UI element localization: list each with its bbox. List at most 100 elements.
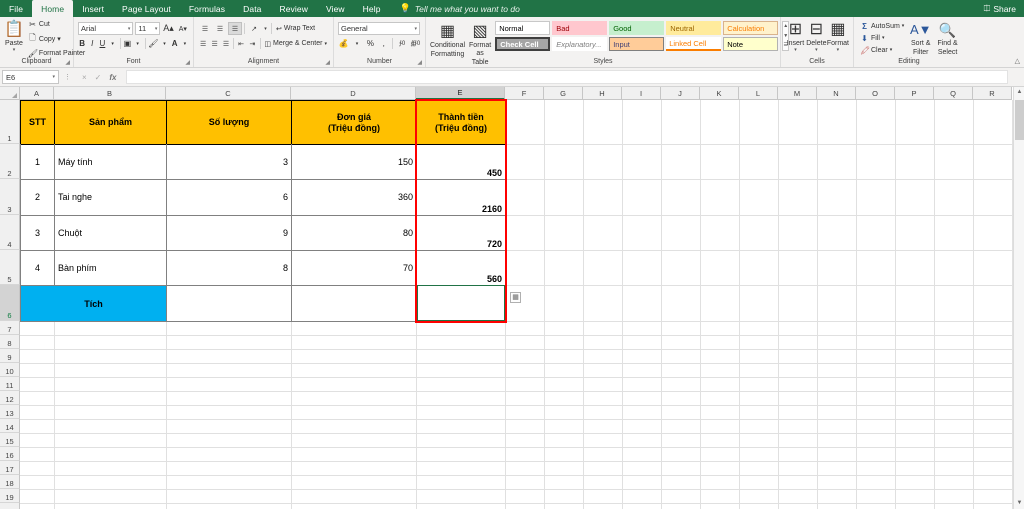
align-center-button[interactable]: ☰	[209, 37, 219, 50]
vertical-scrollbar[interactable]: ▲ ▼	[1013, 87, 1024, 509]
cell-c1[interactable]: Số lượng	[166, 100, 292, 145]
scroll-up-icon[interactable]: ▲	[1014, 87, 1024, 98]
name-box[interactable]: E6 ▾	[2, 70, 59, 84]
font-size-select[interactable]: 11 ▾	[135, 22, 161, 35]
cell-c3[interactable]: 6	[166, 179, 292, 216]
cell-b2[interactable]: Máy tính	[54, 144, 167, 180]
orientation-dropdown-icon[interactable]: ▾	[262, 22, 269, 35]
cell-e5[interactable]: 560	[416, 250, 506, 286]
column-header-n[interactable]: N	[817, 87, 856, 100]
font-dialog-launcher[interactable]: ◢	[185, 59, 190, 66]
style-normal[interactable]: Normal	[495, 21, 551, 35]
fill-color-button[interactable]: 🖌	[148, 37, 158, 50]
cell-d1[interactable]: Đơn giá (Triệu đồng)	[291, 100, 417, 145]
wrap-text-button[interactable]: ↩ Wrap Text	[274, 24, 317, 34]
quick-analysis-button[interactable]: ▦	[510, 292, 521, 303]
orientation-button[interactable]: ↗	[247, 22, 261, 35]
font-color-button[interactable]: A	[171, 37, 179, 50]
row-header-4[interactable]: 4	[0, 215, 20, 250]
column-header-i[interactable]: I	[622, 87, 661, 100]
row-header-20[interactable]: 20	[0, 503, 20, 509]
increase-font-size-button[interactable]: A▴	[162, 22, 174, 35]
row-header-5[interactable]: 5	[0, 250, 20, 285]
row-header-7[interactable]: 7	[0, 321, 20, 335]
collapse-ribbon-button[interactable]: △	[1015, 57, 1020, 65]
cell-e4[interactable]: 720	[416, 215, 506, 251]
merge-dropdown-icon[interactable]: ▾	[324, 41, 327, 47]
cell-b3[interactable]: Tai nghe	[54, 179, 167, 216]
bold-button[interactable]: B	[78, 37, 86, 50]
column-header-k[interactable]: K	[700, 87, 739, 100]
cell-b1[interactable]: Sản phẩm	[54, 100, 167, 145]
sort-filter-button[interactable]: A▼ Sort & Filter	[908, 19, 933, 57]
tell-me-search[interactable]: 💡 Tell me what you want to do	[390, 0, 520, 17]
cell-e3[interactable]: 2160	[416, 179, 506, 216]
cell-a1[interactable]: STT	[20, 100, 55, 145]
merge-center-button[interactable]: ◫ Merge & Center ▾	[262, 39, 329, 49]
delete-dropdown-icon[interactable]: ▾	[815, 48, 818, 53]
number-dialog-launcher[interactable]: ◢	[417, 59, 422, 66]
cell-e6[interactable]	[416, 285, 506, 322]
autosum-button[interactable]: Σ AutoSum ▾	[858, 21, 906, 32]
row-header-11[interactable]: 11	[0, 377, 20, 391]
accounting-format-button[interactable]: 💰	[338, 37, 349, 50]
format-cells-button[interactable]: ▦ Format ▾	[827, 19, 849, 57]
row-header-12[interactable]: 12	[0, 391, 20, 405]
tab-page-layout[interactable]: Page Layout	[113, 0, 180, 17]
cell-c6[interactable]	[166, 285, 292, 322]
tab-formulas[interactable]: Formulas	[180, 0, 234, 17]
style-neutral[interactable]: Neutral	[666, 21, 722, 35]
row-header-2[interactable]: 2	[0, 144, 20, 179]
cancel-formula-icon[interactable]: ×	[82, 73, 87, 82]
copy-dropdown-icon[interactable]: ▾	[57, 35, 61, 43]
cell-c5[interactable]: 8	[166, 250, 292, 286]
cell-a3[interactable]: 2	[20, 179, 55, 216]
column-header-e[interactable]: E	[416, 87, 505, 100]
cell-a2[interactable]: 1	[20, 144, 55, 180]
column-header-b[interactable]: B	[54, 87, 166, 100]
row-header-3[interactable]: 3	[0, 179, 20, 215]
font-family-select[interactable]: Arial ▾	[78, 22, 134, 35]
number-format-select[interactable]: General ▾	[338, 22, 420, 35]
paste-dropdown-icon[interactable]: ▾	[13, 48, 16, 53]
scroll-down-icon[interactable]: ▼	[1014, 498, 1024, 509]
row-header-9[interactable]: 9	[0, 349, 20, 363]
style-good[interactable]: Good	[609, 21, 665, 35]
align-bottom-button[interactable]: ☰	[228, 22, 242, 35]
borders-button[interactable]: ▣	[123, 37, 132, 50]
row-header-18[interactable]: 18	[0, 475, 20, 489]
cell-styles-gallery[interactable]: Normal Bad Good Neutral Calculation Chec…	[495, 21, 779, 51]
tab-review[interactable]: Review	[270, 0, 316, 17]
cell-d2[interactable]: 150	[291, 144, 417, 180]
cell-e2[interactable]: 450	[416, 144, 506, 180]
align-middle-button[interactable]: ☰	[213, 22, 227, 35]
column-header-m[interactable]: M	[778, 87, 817, 100]
tab-file[interactable]: File	[0, 0, 32, 17]
row-header-10[interactable]: 10	[0, 363, 20, 377]
row-header-16[interactable]: 16	[0, 447, 20, 461]
increase-indent-button[interactable]: ⇥	[247, 37, 257, 50]
style-bad[interactable]: Bad	[552, 21, 608, 35]
paste-button[interactable]: 📋 Paste ▾	[4, 19, 24, 59]
column-header-o[interactable]: O	[856, 87, 895, 100]
style-input[interactable]: Input	[609, 37, 665, 51]
cell-a4[interactable]: 3	[20, 215, 55, 251]
cell-d6[interactable]	[291, 285, 417, 322]
row-header-19[interactable]: 19	[0, 489, 20, 503]
row-header-1[interactable]: 1	[0, 100, 20, 144]
share-button[interactable]: ⎅ Share	[984, 0, 1024, 17]
row-header-15[interactable]: 15	[0, 433, 20, 447]
align-left-button[interactable]: ☰	[198, 37, 208, 50]
style-explanatory[interactable]: Explanatory...	[552, 37, 608, 51]
increase-decimal-button[interactable]: ∱0	[396, 37, 407, 50]
column-header-g[interactable]: G	[544, 87, 583, 100]
column-header-j[interactable]: J	[661, 87, 700, 100]
column-header-h[interactable]: H	[583, 87, 622, 100]
tab-help[interactable]: Help	[354, 0, 390, 17]
decrease-font-size-button[interactable]: A▾	[177, 22, 189, 35]
cell-c2[interactable]: 3	[166, 144, 292, 180]
column-header-c[interactable]: C	[166, 87, 291, 100]
column-header-r[interactable]: R	[973, 87, 1012, 100]
comma-style-button[interactable]: ,	[378, 37, 389, 50]
column-header-d[interactable]: D	[291, 87, 416, 100]
